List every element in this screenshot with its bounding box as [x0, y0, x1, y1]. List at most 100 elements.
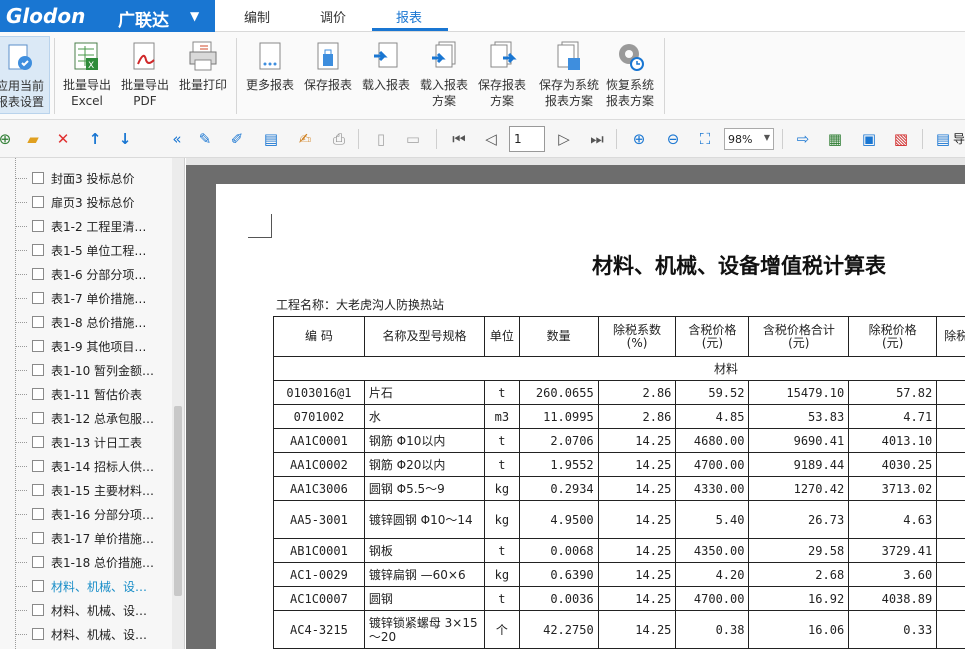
tree-item[interactable]: 表1-9 其他项目… — [0, 334, 172, 358]
tree-checkbox[interactable] — [32, 508, 44, 520]
tree-checkbox[interactable] — [32, 628, 44, 640]
tree-item-label: 材料、机械、设… — [51, 580, 148, 594]
export-word-icon[interactable]: ▣ — [860, 130, 878, 148]
tree-item[interactable]: 材料、机械、设… — [0, 622, 172, 646]
tree-item[interactable]: 表1-7 单价措施… — [0, 286, 172, 310]
toolbar-divider — [616, 129, 617, 149]
multi-page-icon[interactable]: ▭ — [404, 130, 422, 148]
tree-checkbox[interactable] — [32, 412, 44, 424]
save-report-scheme-button[interactable]: 保存报表 方案 — [472, 36, 532, 114]
tree-checkbox[interactable] — [32, 364, 44, 376]
table-cell — [936, 586, 965, 611]
restore-system-icon — [619, 44, 644, 71]
batch-export-pdf-button[interactable]: 批量导出 PDF — [115, 36, 175, 114]
export-page-icon[interactable]: ⇨ — [794, 130, 812, 148]
edit-icon[interactable]: ✎ — [196, 130, 214, 148]
tree-item-label: 表1-16 分部分项… — [51, 508, 155, 522]
collapse-panel-icon[interactable]: « — [168, 130, 186, 148]
tree-item[interactable]: 封面3 投标总价 — [0, 166, 172, 190]
export-label[interactable]: 导 — [952, 130, 965, 148]
tree-item[interactable]: 表1-17 单价措施… — [0, 526, 172, 550]
tree-checkbox[interactable] — [32, 340, 44, 352]
tree-item[interactable]: 材料、机械、设… — [0, 598, 172, 622]
tree-item[interactable]: 表1-18 总价措施… — [0, 550, 172, 574]
restore-system-scheme-button[interactable]: 恢复系统 报表方案 — [600, 36, 660, 114]
tab-edit[interactable]: 编制 — [244, 7, 270, 26]
export-pdf-icon[interactable]: ▧ — [892, 130, 910, 148]
tree-item[interactable]: 表1-5 单位工程… — [0, 238, 172, 262]
tab-reports[interactable]: 报表 — [396, 7, 422, 26]
last-page-icon[interactable]: ⏭ — [588, 130, 606, 148]
zoom-select[interactable]: 98% ▼ — [724, 128, 774, 150]
tree-checkbox[interactable] — [32, 556, 44, 568]
table-cell: 钢板 — [363, 538, 486, 563]
page-number-input[interactable]: 1 — [509, 126, 545, 152]
load-report-scheme-button[interactable]: 载入报表 方案 — [414, 36, 474, 114]
tree-item[interactable]: 表1-11 暂估价表 — [0, 382, 172, 406]
notes-icon[interactable]: ✍ — [296, 130, 314, 148]
tree-item[interactable]: 表1-10 暂列金额… — [0, 358, 172, 382]
scrollbar-thumb[interactable] — [174, 406, 182, 596]
tree-checkbox[interactable] — [32, 532, 44, 544]
tree-item[interactable]: 扉页3 投标总价 — [0, 190, 172, 214]
tree-checkbox[interactable] — [32, 388, 44, 400]
tree-item[interactable]: 材料、机械、设… — [0, 574, 172, 598]
zoom-in-icon[interactable]: ⊕ — [630, 130, 648, 148]
export-excel-icon[interactable]: ▦ — [826, 130, 844, 148]
more-reports-button[interactable]: 更多报表 — [240, 36, 300, 114]
section-label: 材料 — [273, 356, 965, 381]
tree-item[interactable]: 表1-16 分部分项… — [0, 502, 172, 526]
chevron-down-icon: ▼ — [190, 9, 200, 23]
zoom-out-icon[interactable]: ⊖ — [664, 130, 682, 148]
page-setup-icon[interactable]: ▤ — [262, 130, 280, 148]
tree-connector — [15, 442, 27, 443]
batch-print-button[interactable]: 批量打印 — [173, 36, 233, 114]
save-report-button[interactable]: 保存报表 — [298, 36, 358, 114]
tree-checkbox[interactable] — [32, 220, 44, 232]
tree-checkbox[interactable] — [32, 580, 44, 592]
tree-checkbox[interactable] — [32, 604, 44, 616]
toolbar-divider — [922, 129, 923, 149]
tree-checkbox[interactable] — [32, 268, 44, 280]
tree-item[interactable]: 表1-12 总承包服… — [0, 406, 172, 430]
tree-item[interactable]: 表1-2 工程里清… — [0, 214, 172, 238]
tree-checkbox[interactable] — [32, 196, 44, 208]
tree-checkbox[interactable] — [32, 316, 44, 328]
design-icon[interactable]: ✐ — [228, 130, 246, 148]
table-cell — [936, 404, 965, 429]
tree-checkbox[interactable] — [32, 436, 44, 448]
apply-settings-button[interactable]: 应用当前 报表设置 — [0, 36, 50, 114]
tree-item[interactable]: 表1-13 计日工表 — [0, 430, 172, 454]
ribbon-label: 批量导出 — [120, 78, 169, 92]
add-folder-icon[interactable]: ▰ — [24, 130, 42, 148]
print-preview-icon[interactable]: ⎙ — [330, 130, 348, 148]
prev-page-icon[interactable]: ◁ — [482, 130, 500, 148]
move-up-icon[interactable]: ↑ — [86, 130, 104, 148]
tree-item[interactable]: 表1-14 招标人供… — [0, 454, 172, 478]
fit-page-icon[interactable]: ⛶ — [696, 130, 714, 148]
next-page-icon[interactable]: ▷ — [555, 130, 573, 148]
tree-scrollbar[interactable] — [172, 158, 184, 649]
tree-checkbox[interactable] — [32, 172, 44, 184]
add-node-icon[interactable]: ⊕ — [0, 130, 14, 148]
tab-price-adjust[interactable]: 调价 — [320, 7, 346, 26]
tree-checkbox[interactable] — [32, 244, 44, 256]
batch-export-excel-button[interactable]: X 批量导出 Excel — [57, 36, 117, 114]
tree-item[interactable]: 表1-6 分部分项… — [0, 262, 172, 286]
ribbon-label: 保存为系统 — [538, 78, 599, 92]
first-page-icon[interactable]: ⏮ — [450, 130, 468, 148]
tree-checkbox[interactable] — [32, 460, 44, 472]
load-report-button[interactable]: 载入报表 — [356, 36, 416, 114]
tree-checkbox[interactable] — [32, 484, 44, 496]
move-down-icon[interactable]: ↓ — [116, 130, 134, 148]
save-as-system-scheme-button[interactable]: 保存为系统 报表方案 — [536, 36, 602, 114]
tree-item[interactable]: 表1-8 总价措施… — [0, 310, 172, 334]
table-cell: 4350.00 — [675, 538, 750, 563]
tree-checkbox[interactable] — [32, 292, 44, 304]
app-logo-menu[interactable]: Glodon 广联达 ▼ — [0, 0, 215, 32]
export-icon[interactable]: ▤ — [934, 130, 952, 148]
table-cell: kg — [484, 476, 520, 501]
delete-icon[interactable]: ✕ — [54, 130, 72, 148]
single-page-icon[interactable]: ▯ — [372, 130, 390, 148]
tree-item[interactable]: 表1-15 主要材料… — [0, 478, 172, 502]
